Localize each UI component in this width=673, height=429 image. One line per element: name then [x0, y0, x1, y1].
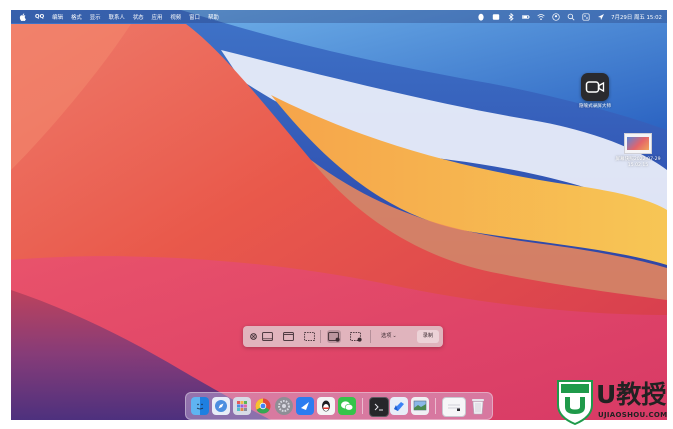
lark-icon[interactable]: [296, 397, 314, 415]
chevron-down-icon: ⌄: [392, 333, 397, 339]
capture-screen-icon: [261, 332, 273, 341]
record-selection-icon: [350, 331, 362, 342]
screenshot-thumbnail-icon: [624, 133, 652, 154]
dock: [185, 392, 493, 420]
options-button[interactable]: 选项⌄: [381, 330, 397, 343]
menu-item-status[interactable]: 状态: [133, 13, 144, 21]
bluetooth-icon[interactable]: [506, 12, 515, 21]
screen-recorder-icon: [581, 73, 609, 101]
watermark-brand: U教授: [596, 380, 667, 409]
menu-item-contacts[interactable]: 联系人: [109, 13, 125, 21]
wechat-icon[interactable]: [338, 397, 356, 415]
menu-item-edit[interactable]: 编辑: [52, 13, 63, 21]
safari-icon[interactable]: [212, 397, 230, 415]
desktop-item-screenshot-file[interactable]: 屏幕快照2022-07-29 15.02.15: [609, 133, 667, 169]
finder-icon[interactable]: [191, 397, 209, 415]
screenshot-file-label: 屏幕快照2022-07-29 15.02.15: [615, 157, 661, 168]
trash-icon[interactable]: [469, 397, 487, 415]
qq-icon[interactable]: [317, 397, 335, 415]
options-label: 选项: [381, 333, 392, 339]
finder-tray-icon[interactable]: [491, 13, 500, 21]
capture-selection-icon: [303, 332, 315, 341]
menu-item-qq[interactable]: QQ: [35, 14, 44, 20]
dock-divider: [435, 398, 436, 414]
watermark-shield-icon: [557, 380, 593, 425]
capture-record-button[interactable]: 录制: [417, 330, 439, 343]
wifi-icon[interactable]: [536, 13, 545, 21]
close-icon: [249, 333, 257, 340]
screenshot-toolbar: 选项⌄ 录制: [243, 326, 443, 347]
preview-icon[interactable]: [411, 397, 429, 415]
user-switch-icon[interactable]: [551, 12, 560, 21]
qq-penguin-icon[interactable]: [476, 13, 485, 21]
capture-window-button[interactable]: [281, 330, 295, 343]
location-icon[interactable]: [596, 13, 605, 21]
menu-bar: QQ 编辑 格式 显示 联系人 状态 应用 视频 窗口 帮助 7月29日 周五 …: [11, 10, 667, 23]
apple-logo-icon[interactable]: [18, 12, 27, 21]
record-selection-button[interactable]: [349, 330, 363, 343]
dock-divider: [362, 398, 363, 414]
menu-item-window[interactable]: 窗口: [189, 13, 200, 21]
record-entire-screen-button[interactable]: [327, 330, 341, 343]
control-center-icon[interactable]: [581, 12, 590, 21]
wallpaper: [11, 10, 667, 420]
screen-recorder-label: 隐喻式录屏大师: [578, 104, 612, 109]
terminal-icon[interactable]: [369, 397, 389, 417]
menubar-datetime[interactable]: 7月29日 周五 15:02: [611, 13, 662, 21]
menu-item-video[interactable]: 视频: [170, 13, 181, 21]
notes-icon[interactable]: [442, 397, 466, 417]
record-screen-icon: [328, 331, 340, 342]
toolbar-divider: [370, 330, 371, 343]
desktop-item-screen-recorder[interactable]: 隐喻式录屏大师: [566, 73, 624, 110]
menu-item-format[interactable]: 格式: [71, 13, 82, 21]
chrome-icon[interactable]: [254, 397, 272, 415]
watermark-url: UJIAOSHOU.COM: [598, 411, 668, 419]
system-preferences-icon[interactable]: [275, 397, 293, 415]
search-icon[interactable]: [566, 13, 575, 21]
menu-item-apps[interactable]: 应用: [152, 13, 163, 21]
capture-window-icon: [282, 332, 294, 341]
toolbar-divider: [320, 330, 321, 343]
desktop-screen: QQ 编辑 格式 显示 联系人 状态 应用 视频 窗口 帮助 7月29日 周五 …: [11, 10, 667, 420]
launchpad-icon[interactable]: [233, 397, 251, 415]
capture-selection-button[interactable]: [302, 330, 316, 343]
watermark: U教授 UJIAOSHOU.COM: [556, 378, 673, 426]
toolbar-close-button[interactable]: [246, 330, 260, 343]
menu-item-help[interactable]: 帮助: [208, 13, 219, 21]
feishu-icon[interactable]: [390, 397, 408, 415]
capture-entire-screen-button[interactable]: [260, 330, 274, 343]
battery-icon[interactable]: [521, 13, 530, 21]
menu-item-view[interactable]: 显示: [90, 13, 101, 21]
